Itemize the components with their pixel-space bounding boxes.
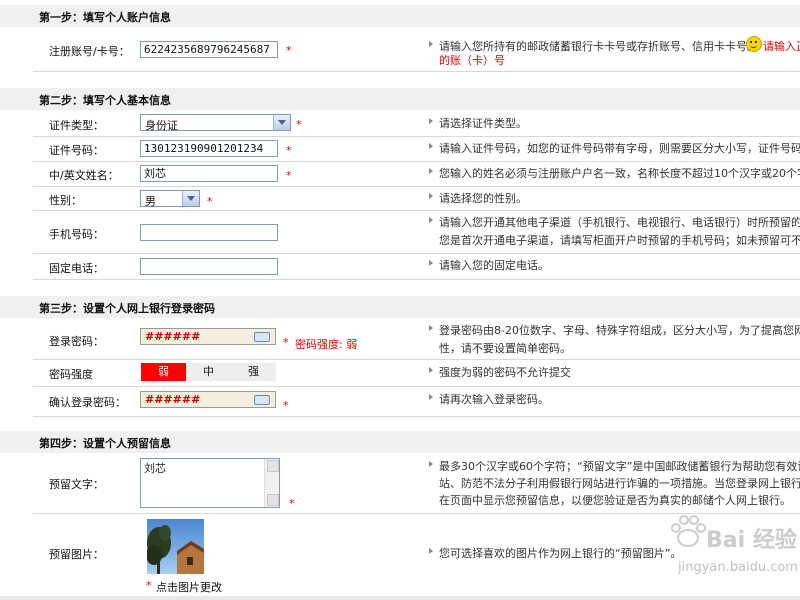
tree-house-image [147, 525, 204, 574]
required-mark: * [207, 195, 213, 208]
divider [33, 416, 800, 417]
required-mark: * [296, 118, 302, 131]
smiley-icon [746, 36, 762, 52]
hint-arrow-icon [429, 394, 433, 400]
chevron-down-icon[interactable] [182, 191, 199, 206]
id-type-label: 证件类型： [49, 119, 104, 132]
divider [33, 359, 800, 360]
section2-header: 第二步：填写个人基本信息 [0, 87, 800, 110]
keyboard-icon[interactable] [254, 332, 270, 342]
scrollbar[interactable] [264, 459, 279, 507]
section4-header: 第四步：设置个人预留信息 [0, 430, 800, 453]
keyboard-icon[interactable] [254, 395, 270, 405]
divider [33, 386, 800, 387]
id-type-select[interactable]: 身份证 [140, 114, 291, 132]
divider [33, 253, 800, 254]
watermark-brand: Bai 经验 [706, 528, 797, 553]
name-input[interactable] [140, 165, 278, 182]
bottom-bar [0, 596, 800, 600]
section1-title: 第一步：填写个人账户信息 [39, 11, 171, 24]
hint-arrow-icon [429, 118, 433, 124]
divider [33, 161, 800, 162]
hint-arrow-icon [429, 217, 433, 223]
account-label: 注册账号/卡号： [49, 45, 130, 58]
divider [33, 186, 800, 187]
phone-label: 固定电话： [49, 262, 104, 275]
hint-arrow-icon [429, 41, 433, 47]
strength-strong: 强 [231, 363, 276, 381]
section4-title: 第四步：设置个人预留信息 [39, 437, 171, 450]
pwd-strength-text: 密码强度: 弱 [295, 338, 358, 351]
required-mark: * [283, 399, 289, 412]
phone-input[interactable] [140, 258, 278, 275]
mobile-label: 手机号码： [49, 228, 104, 241]
confirm-pwd-input[interactable]: ###### [140, 391, 276, 408]
section3-title: 第三步：设置个人网上银行登录密码 [39, 302, 215, 315]
hint-arrow-icon [429, 367, 433, 373]
divider [33, 136, 800, 137]
id-number-input[interactable] [140, 140, 278, 157]
section3-header: 第三步：设置个人网上银行登录密码 [0, 295, 800, 318]
strength-weak: 弱 [141, 363, 186, 381]
hint-arrow-icon [429, 193, 433, 199]
change-picture-link[interactable]: 点击图片更改 [156, 579, 222, 595]
hint-arrow-icon [429, 260, 433, 266]
required-mark: * [283, 336, 289, 349]
account-input[interactable] [140, 41, 278, 58]
account-hint-red-1: 请输入正 [763, 40, 800, 53]
strength-label: 密码强度 [49, 368, 93, 381]
section1-header: 第一步：填写个人账户信息 [0, 4, 800, 27]
reserve-text-area[interactable]: 刘芯 [140, 458, 280, 508]
section2-title: 第二步：填写个人基本信息 [39, 94, 171, 107]
account-hint-red-2: 的账（卡）号 [439, 54, 505, 67]
confirm-pwd-label: 确认登录密码： [49, 396, 126, 409]
hint-arrow-icon [429, 168, 433, 174]
name-label: 中/英文姓名： [49, 169, 119, 182]
paw-logo-icon [671, 515, 706, 547]
hint-arrow-icon [429, 143, 433, 149]
pwd-input[interactable]: ###### [140, 328, 276, 345]
reserve-pic-label: 预留图片： [49, 548, 104, 561]
pwd-label: 登录密码： [49, 335, 104, 348]
required-mark: * [286, 144, 292, 157]
required-mark: * [146, 579, 152, 592]
hint-arrow-icon [429, 548, 433, 554]
watermark-url: jingyan.baidu.com [678, 560, 798, 575]
required-mark: * [289, 497, 295, 510]
baidu-jingyan-watermark: Bai 经验 jingyan.baidu.com [668, 510, 800, 600]
scroll-down-icon[interactable] [267, 494, 279, 506]
gender-select[interactable]: 男 [140, 190, 200, 208]
strength-meter: 弱 中 强 [141, 363, 276, 381]
scroll-up-icon[interactable] [267, 460, 279, 472]
reserve-picture[interactable] [147, 519, 204, 574]
chevron-down-icon[interactable] [273, 115, 290, 130]
reserve-text-label: 预留文字： [49, 478, 104, 491]
strength-medium: 中 [186, 363, 231, 381]
divider [33, 71, 800, 72]
mobile-input[interactable] [140, 224, 278, 241]
gender-label: 性别： [49, 194, 82, 207]
divider [33, 210, 800, 211]
divider [33, 279, 800, 280]
required-mark: * [286, 44, 292, 57]
hint-arrow-icon [429, 461, 433, 467]
required-mark: * [286, 169, 292, 182]
hint-arrow-icon [429, 325, 433, 331]
id-number-label: 证件号码： [49, 144, 104, 157]
